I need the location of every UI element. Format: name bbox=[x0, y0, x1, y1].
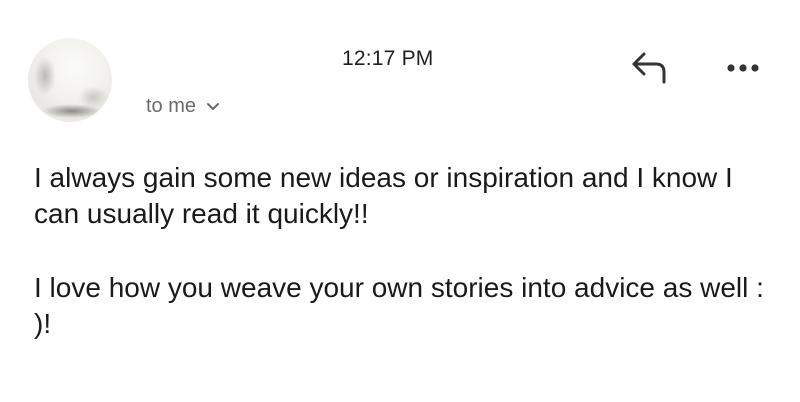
avatar-detail bbox=[42, 104, 102, 118]
message-timestamp: 12:17 PM bbox=[342, 47, 434, 70]
sender-avatar[interactable] bbox=[28, 38, 112, 122]
recipient-label: to me bbox=[146, 95, 197, 117]
chevron-down-icon bbox=[207, 102, 220, 110]
more-options-button[interactable] bbox=[722, 58, 764, 78]
message-paragraph: I love how you weave your own stories in… bbox=[34, 272, 764, 339]
reply-button[interactable] bbox=[630, 50, 670, 84]
message-paragraph: I always gain some new ideas or inspirat… bbox=[34, 162, 733, 229]
reply-icon bbox=[632, 52, 666, 84]
message-body: I always gain some new ideas or inspirat… bbox=[34, 160, 774, 380]
avatar-detail bbox=[34, 56, 56, 96]
recipient-toggle[interactable]: to me bbox=[146, 95, 220, 118]
more-options-icon bbox=[727, 64, 759, 72]
